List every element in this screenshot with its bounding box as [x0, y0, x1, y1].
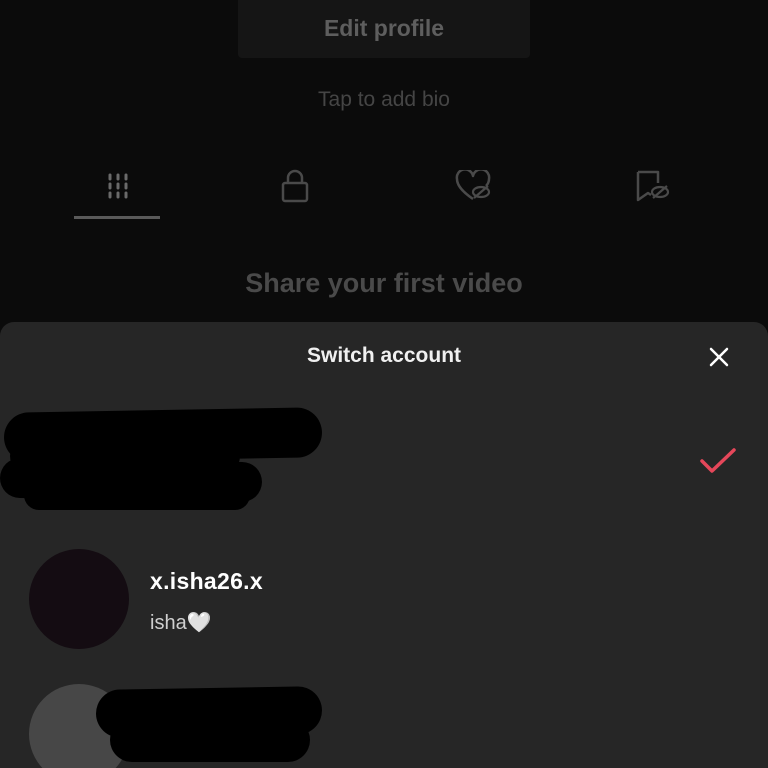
active-tab-indicator	[74, 216, 160, 219]
sheet-title: Switch account	[306, 344, 462, 367]
redacted-nickname	[110, 718, 310, 762]
tab-private[interactable]	[273, 164, 317, 208]
close-icon	[709, 347, 729, 372]
profile-screen: Edit profile Tap to add bio Share your f…	[0, 0, 768, 768]
account-username: x.isha26.x	[150, 568, 263, 594]
check-icon	[698, 446, 738, 476]
avatar	[29, 549, 129, 649]
tab-videos[interactable]	[96, 164, 140, 208]
edit-profile-button[interactable]: Edit profile	[238, 0, 530, 58]
account-row[interactable]: x.isha26.x isha🤍	[0, 544, 768, 654]
account-row[interactable]	[0, 678, 768, 768]
tab-favorites[interactable]	[630, 164, 674, 208]
account-row-current[interactable]	[0, 402, 768, 522]
tab-liked[interactable]	[451, 164, 495, 208]
lock-icon	[279, 169, 311, 203]
heart-hidden-icon	[454, 170, 492, 202]
close-button[interactable]	[704, 344, 734, 374]
redacted-block	[24, 480, 250, 510]
bio-placeholder[interactable]: Tap to add bio	[0, 88, 768, 112]
empty-state-title: Share your first video	[245, 268, 523, 298]
switch-account-sheet: Switch account x.isha26.x isha🤍	[0, 322, 768, 768]
grid-icon	[103, 171, 133, 201]
bookmark-hidden-icon	[633, 169, 671, 203]
account-nickname: isha🤍	[150, 612, 212, 634]
